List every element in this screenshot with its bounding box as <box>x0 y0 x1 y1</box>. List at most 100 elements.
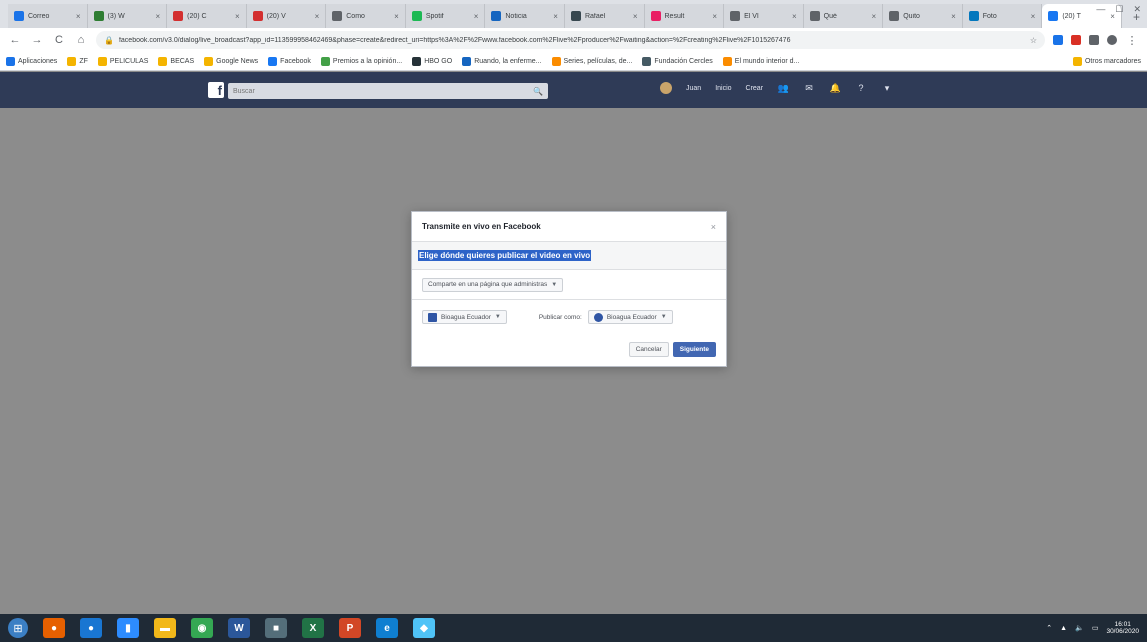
edge-icon[interactable]: e <box>376 618 398 638</box>
tab-close-icon[interactable]: × <box>315 12 320 21</box>
files-icon[interactable]: ▬ <box>154 618 176 638</box>
browser-tab[interactable]: Qué × <box>803 4 884 28</box>
bookmark-icon <box>158 56 168 66</box>
bookmark-item[interactable]: Facebook <box>268 56 311 66</box>
bookmark-label: BECAS <box>170 57 195 65</box>
tab-close-icon[interactable]: × <box>633 12 638 21</box>
excel-icon[interactable]: X <box>302 618 324 638</box>
clock[interactable]: 16:01 30/06/2020 <box>1106 621 1139 635</box>
nav-home[interactable]: Inicio <box>715 85 731 92</box>
bookmark-item[interactable]: Fundación Cercles <box>642 56 713 66</box>
app-box-icon[interactable]: ■ <box>265 618 287 638</box>
cancel-button[interactable]: Cancelar <box>628 341 669 357</box>
star-icon[interactable]: ☆ <box>1030 36 1037 45</box>
volume-icon[interactable]: 🔈 <box>1075 624 1084 632</box>
extension-icon[interactable] <box>1053 35 1063 45</box>
browser-tab[interactable]: Como × <box>326 4 406 28</box>
close-window-icon[interactable]: ✕ <box>1133 4 1141 15</box>
tab-close-icon[interactable]: × <box>155 12 160 21</box>
notifications-icon[interactable]: 🔔 <box>829 82 841 94</box>
tab-close-icon[interactable]: × <box>712 12 717 21</box>
tab-favicon-icon <box>332 11 343 21</box>
tab-close-icon[interactable]: × <box>235 12 240 21</box>
tab-close-icon[interactable]: × <box>951 12 956 21</box>
home-icon[interactable]: ⌂ <box>74 34 88 46</box>
network-icon[interactable]: ▲ <box>1060 625 1067 632</box>
avatar[interactable] <box>660 82 672 94</box>
battery-icon[interactable]: ▭ <box>1092 624 1099 632</box>
extensions: ⋮ <box>1053 34 1139 47</box>
bookmark-item[interactable]: Aplicaciones <box>6 56 57 66</box>
facebook-logo[interactable]: f <box>208 82 224 98</box>
url-bar[interactable]: 🔒 facebook.com/v3.0/dialog/live_broadcas… <box>96 31 1045 49</box>
tab-close-icon[interactable]: × <box>792 12 797 21</box>
word-icon[interactable]: W <box>228 618 250 638</box>
bookmark-item[interactable]: El mundo interior d... <box>722 56 799 66</box>
tab-close-icon[interactable]: × <box>394 12 399 21</box>
messages-icon[interactable]: ✉ <box>803 82 815 94</box>
tab-close-icon[interactable]: × <box>553 12 558 21</box>
maximize-icon[interactable]: ☐ <box>1115 4 1123 15</box>
tab-close-icon[interactable]: × <box>1031 12 1036 21</box>
next-button[interactable]: Siguiente <box>672 341 716 357</box>
browser-tab[interactable]: Result × <box>644 4 725 28</box>
other-bookmarks[interactable]: Otros marcadores <box>1072 56 1141 66</box>
post-as-select[interactable]: Bioagua Ecuador ▼ <box>587 310 673 324</box>
browser-tab[interactable]: (20) V × <box>246 4 327 28</box>
back-icon[interactable]: ← <box>8 34 22 46</box>
bookmark-item[interactable]: PELICULAS <box>97 56 148 66</box>
tab-close-icon[interactable]: × <box>872 12 877 21</box>
bookmark-item[interactable]: HBO GO <box>412 56 452 66</box>
account-dropdown-icon[interactable]: ▾ <box>881 82 893 94</box>
browser-tab[interactable]: Correo × <box>8 4 88 28</box>
page-select[interactable]: Bioagua Ecuador ▼ <box>422 310 507 324</box>
start-button[interactable]: ⊞ <box>8 618 28 638</box>
dialog-header: Transmite en vivo en Facebook × <box>412 212 726 242</box>
url-text[interactable]: facebook.com/v3.0/dialog/live_broadcast?… <box>119 37 1025 44</box>
facebook-search[interactable]: 🔍 <box>228 83 548 99</box>
tab-favicon-icon <box>889 11 900 21</box>
browser-tab[interactable]: Noticia × <box>485 4 565 28</box>
tray-chevron-icon[interactable]: ⌃ <box>1046 624 1052 632</box>
destination-select[interactable]: Comparte en una página que administras ▼ <box>422 277 564 292</box>
search-icon[interactable]: 🔍 <box>533 87 543 96</box>
close-icon[interactable]: × <box>711 222 716 232</box>
extension-icon[interactable] <box>1089 35 1099 45</box>
browser-tab[interactable]: El VI × <box>724 4 804 28</box>
bookmark-item[interactable]: ZF <box>67 56 88 66</box>
forward-icon[interactable]: → <box>30 34 44 46</box>
chrome-icon[interactable]: ◉ <box>191 618 213 638</box>
zoom-icon[interactable]: ▮ <box>117 618 139 638</box>
browser-icon[interactable]: ● <box>80 618 102 638</box>
messenger-icon[interactable]: ◆ <box>413 618 435 638</box>
reload-icon[interactable]: C <box>52 34 66 46</box>
minimize-icon[interactable]: — <box>1096 4 1105 15</box>
search-input[interactable] <box>233 87 534 95</box>
friends-icon[interactable]: 👥 <box>777 82 789 94</box>
browser-tab[interactable]: Rafael × <box>564 4 645 28</box>
browser-tab[interactable]: Quito × <box>883 4 963 28</box>
bookmark-label: ZF <box>79 57 88 65</box>
tab-close-icon[interactable]: × <box>474 12 479 21</box>
bookmark-item[interactable]: BECAS <box>158 56 195 66</box>
bookmark-item[interactable]: Ruando, la enferme... <box>462 56 542 66</box>
browser-tab[interactable]: Foto × <box>962 4 1043 28</box>
nav-profile[interactable]: Juan <box>686 85 701 92</box>
dialog-prompt: Elige dónde quieres publicar el video en… <box>418 250 592 261</box>
bookmark-item[interactable]: Google News <box>204 56 259 66</box>
browser-tab[interactable]: Spotif × <box>405 4 486 28</box>
bookmark-label: Google News <box>216 57 259 65</box>
nav-create[interactable]: Crear <box>746 85 764 92</box>
help-icon[interactable]: ? <box>855 82 867 94</box>
powerpoint-icon[interactable]: P <box>339 618 361 638</box>
browser-tab[interactable]: (3) W × <box>87 4 168 28</box>
firefox-icon[interactable]: ● <box>43 618 65 638</box>
menu-icon[interactable]: ⋮ <box>1125 34 1139 47</box>
bookmark-icon <box>462 56 472 66</box>
browser-tab[interactable]: (20) C × <box>167 4 247 28</box>
tab-close-icon[interactable]: × <box>76 12 81 21</box>
extension-icon[interactable] <box>1071 35 1081 45</box>
bookmark-item[interactable]: Series, películas, de... <box>551 56 632 66</box>
bookmark-item[interactable]: Premios a la opinión... <box>320 56 402 66</box>
profile-icon[interactable] <box>1107 35 1117 45</box>
